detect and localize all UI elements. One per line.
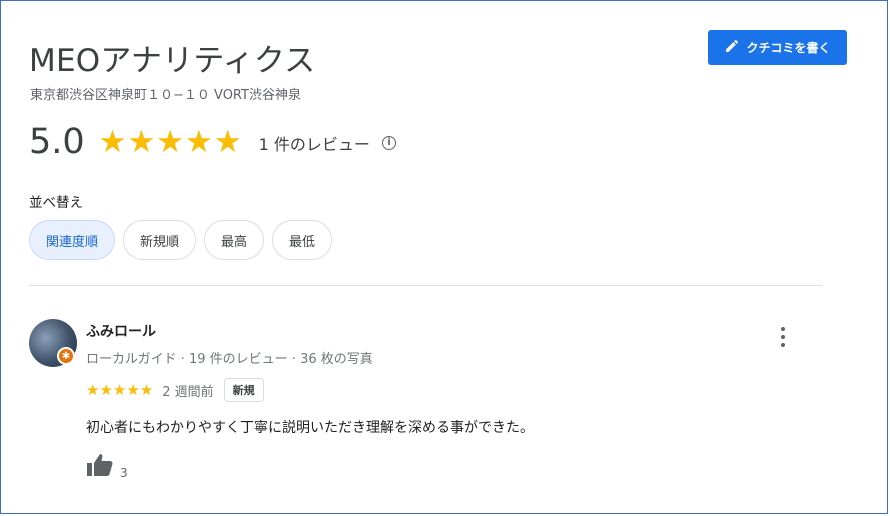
review-panel: MEOアナリティクス 東京都渋谷区神泉町１０−１０ VORT渋谷神泉 クチコミを…	[0, 0, 888, 514]
sort-label: 並べ替え	[29, 195, 83, 211]
rating-summary: 5.0 ★★★★★ 1 件のレビュー i	[29, 125, 396, 160]
place-title: MEOアナリティクス	[29, 43, 316, 79]
local-guide-badge-icon: ✱	[57, 347, 75, 365]
review-text: 初心者にもわかりやすく丁寧に説明いただき理解を深める事ができた。	[86, 420, 534, 436]
sort-chip-highest[interactable]: 最高	[204, 220, 265, 260]
sort-chip-lowest[interactable]: 最低	[272, 220, 333, 260]
info-icon[interactable]: i	[381, 135, 396, 150]
thumbs-up-icon	[86, 453, 114, 481]
review-stars-icon: ★★★★★	[86, 381, 154, 399]
divider	[29, 285, 822, 286]
reviewer-meta: ローカルガイド · 19 件のレビュー · 36 枚の写真	[86, 352, 373, 367]
sort-options: 関連度順 新規順 最高 最低	[29, 220, 333, 260]
more-options-icon[interactable]	[775, 327, 791, 347]
review-count: 1 件のレビュー	[258, 134, 370, 154]
average-rating: 5.0	[29, 122, 85, 162]
review-time: 2 週間前	[162, 384, 214, 400]
place-address: 東京都渋谷区神泉町１０−１０ VORT渋谷神泉	[30, 88, 301, 103]
sort-chip-relevance[interactable]: 関連度順	[29, 220, 116, 260]
write-review-label: クチコミを書く	[746, 41, 831, 55]
like-count: 3	[120, 466, 128, 480]
write-review-button[interactable]: クチコミを書く	[708, 30, 847, 65]
star-rating-icon: ★★★★★	[98, 124, 243, 160]
sort-chip-newest[interactable]: 新規順	[123, 220, 197, 260]
reviewer-name[interactable]: ふみロール	[86, 321, 156, 341]
like-button[interactable]: 3	[86, 453, 128, 481]
review-rating-row: ★★★★★ 2 週間前 新規	[86, 378, 264, 402]
pencil-icon	[724, 38, 740, 57]
new-badge: 新規	[223, 378, 264, 402]
